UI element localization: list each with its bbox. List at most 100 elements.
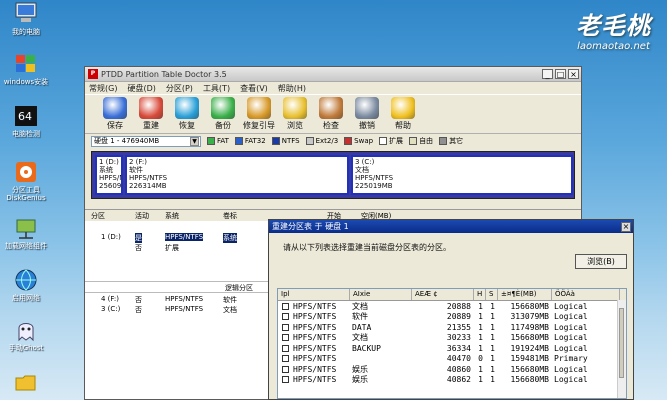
list-item[interactable]: HPFS/NTFS BACKUP 36334 1 1 191924MB Logical — [278, 343, 626, 354]
toolbar-button-backup[interactable]: 备份 — [205, 95, 241, 131]
browse-button[interactable]: 浏览(B) — [575, 254, 627, 269]
list-item[interactable]: HPFS/NTFS 娱乐 40860 1 1 156680MB Logical — [278, 364, 626, 375]
desktop-icon-enable-network[interactable]: 启用网络 — [2, 268, 50, 302]
chevron-down-icon[interactable]: ▼ — [190, 136, 199, 146]
close-icon[interactable]: × — [621, 221, 631, 232]
col-label[interactable]: 卷标 — [223, 211, 237, 221]
row-cell-start: 40862 — [412, 375, 474, 384]
table-row[interactable]: 否 扩展 — [85, 243, 285, 252]
menu-disk[interactable]: 硬盘(D) — [127, 83, 155, 94]
list-item[interactable]: HPFS/NTFS 娱乐 40862 1 1 156680MB Logical — [278, 375, 626, 386]
col-kind[interactable]: ÖÖÀà — [552, 289, 620, 300]
legend-swatch — [207, 137, 215, 145]
network-icon — [13, 216, 39, 240]
row-cell-sys[interactable]: HPFS/NTFS — [278, 354, 350, 363]
computer-icon — [13, 2, 39, 26]
partition-block-2[interactable]: 2 (F:) 软件 HPFS/NTFS 226314MB — [125, 155, 349, 195]
list-item[interactable]: HPFS/NTFS 文档 20888 1 1 156680MB Logical — [278, 301, 626, 312]
partition-block-3[interactable]: 3 (C:) 文档 HPFS/NTFS 225019MB — [351, 155, 573, 195]
cell-h: 1 — [478, 322, 483, 332]
row-cell-sys[interactable]: HPFS/NTFS — [278, 302, 350, 311]
toolbar-button-label: 检查 — [323, 121, 339, 130]
disk-select[interactable]: 硬盘 1 - 476940MB ▼ — [91, 135, 201, 147]
toolbar-button-recover[interactable]: 恢复 — [169, 95, 205, 131]
legend-label: FAT32 — [244, 137, 266, 145]
toolbar-button-repair-boot[interactable]: 修复引导 — [241, 95, 277, 131]
row-cell-name: 娱乐 — [350, 374, 412, 385]
menu-help[interactable]: 帮助(H) — [278, 83, 306, 94]
desktop-icon-folder[interactable] — [2, 370, 50, 396]
brand-url: laomaotao.net — [577, 41, 650, 52]
toolbar-button-save[interactable]: 保存 — [97, 95, 133, 131]
help-icon — [391, 97, 415, 119]
table-row[interactable]: 1 (D:) 是 HPFS/NTFS 系统 — [85, 233, 285, 243]
desktop-icon-manual-ghost[interactable]: 手动Ghost — [2, 318, 50, 352]
row-checkbox[interactable] — [282, 344, 289, 352]
col-system[interactable]: 系统 — [165, 211, 179, 221]
maximize-button[interactable]: □ — [555, 69, 566, 79]
cell-name: 娱乐 — [352, 375, 368, 385]
rebuild-partition-dialog: 重建分区表 于 硬盘 1 × 请从以下列表选择重建当前磁盘分区表的分区。 浏览(… — [268, 219, 634, 400]
menu-general[interactable]: 常规(G) — [89, 83, 117, 94]
row-cell-size: 117498MB — [498, 323, 552, 332]
close-button[interactable]: × — [568, 69, 579, 79]
col-active[interactable]: 活动 — [135, 211, 149, 221]
row-cell-sys[interactable]: HPFS/NTFS — [278, 365, 350, 374]
toolbar-button-check[interactable]: 检查 — [313, 95, 349, 131]
table-row[interactable]: 4 (F:) 否 HPFS/NTFS 软件 — [85, 295, 285, 304]
menu-partition[interactable]: 分区(P) — [166, 83, 193, 94]
row-checkbox[interactable] — [282, 355, 289, 363]
disk-row: 硬盘 1 - 476940MB ▼ FAT FAT32 NTFS Ext2/3 Swap… — [85, 134, 581, 148]
col-partition[interactable]: 分区 — [91, 211, 105, 221]
menu-view[interactable]: 查看(V) — [240, 83, 268, 94]
list-item[interactable]: HPFS/NTFS DATA 21355 1 1 117498MB Logical — [278, 322, 626, 333]
row-cell-sys[interactable]: HPFS/NTFS — [278, 312, 350, 321]
toolbar-button-undo[interactable]: 撤销 — [349, 95, 385, 131]
dialog-title-bar[interactable]: 重建分区表 于 硬盘 1 × — [269, 220, 633, 233]
col-name[interactable]: AIxie — [350, 289, 412, 300]
list-item[interactable]: HPFS/NTFS 40470 0 1 159481MB Primary — [278, 354, 626, 365]
toolbar-button-rebuild[interactable]: 重建 — [133, 95, 169, 131]
minimize-button[interactable]: _ — [542, 69, 553, 79]
desktop-icon-diskgenius[interactable]: 分区工具 DiskGenius — [2, 160, 50, 202]
brand-name: 老毛桃 — [576, 11, 651, 40]
row-cell-sys[interactable]: HPFS/NTFS — [278, 344, 350, 353]
desktop-icon-label: 我的电脑 — [12, 28, 40, 36]
cell-h: 1 — [478, 343, 483, 353]
row-cell-sys[interactable]: HPFS/NTFS — [278, 333, 350, 342]
table-row[interactable]: 3 (C:) 否 HPFS/NTFS 文档 — [85, 305, 285, 314]
col-head[interactable]: H — [474, 289, 486, 300]
scroll-thumb[interactable] — [619, 308, 624, 378]
desktop-icon-my-computer[interactable]: 我的电脑 — [2, 2, 50, 36]
row-checkbox[interactable] — [282, 334, 289, 342]
row-cell-sys[interactable]: HPFS/NTFS — [278, 375, 350, 384]
toolbar-button-label: 重建 — [143, 121, 159, 130]
desktop-icon-pc-test[interactable]: 64 电脑检测 — [2, 104, 50, 138]
title-bar[interactable]: P PTDD Partition Table Doctor 3.5 _ □ × — [85, 67, 581, 82]
cell-size: 156680MB — [510, 333, 549, 343]
row-cell-size: 159481MB — [498, 354, 552, 363]
row-checkbox[interactable] — [282, 313, 289, 321]
partition-block-1[interactable]: 1 (D:) 系统 HPFS/N 256093 — [95, 155, 123, 195]
col-size[interactable]: ±¤¶È(MB) — [498, 289, 552, 300]
toolbar-button-help[interactable]: 帮助 — [385, 95, 421, 131]
backup-icon — [211, 97, 235, 119]
cell-h: 1 — [478, 364, 483, 374]
row-cell-sys[interactable]: HPFS/NTFS — [278, 323, 350, 332]
row-checkbox[interactable] — [282, 376, 289, 384]
list-item[interactable]: HPFS/NTFS 文档 30233 1 1 156680MB Logical — [278, 333, 626, 344]
col-sector[interactable]: S — [486, 289, 498, 300]
legend-swatch — [271, 137, 280, 145]
desktop-icon-windows-install[interactable]: windows安装 — [2, 52, 50, 86]
row-checkbox[interactable] — [282, 302, 289, 310]
row-cell-name: 娱乐 — [350, 364, 412, 375]
row-checkbox[interactable] — [282, 323, 289, 331]
col-type[interactable]: Ipl — [278, 289, 350, 300]
desktop-icon-network-components[interactable]: 加载网络组件 — [2, 216, 50, 250]
toolbar-button-browse[interactable]: 浏览 — [277, 95, 313, 131]
row-checkbox[interactable] — [282, 365, 289, 373]
vertical-scrollbar[interactable] — [617, 300, 626, 398]
menu-tools[interactable]: 工具(T) — [203, 83, 230, 94]
col-start-cyl[interactable]: AEÆ ¢ — [412, 289, 474, 300]
list-item[interactable]: HPFS/NTFS 软件 20889 1 1 313079MB Logical — [278, 312, 626, 323]
